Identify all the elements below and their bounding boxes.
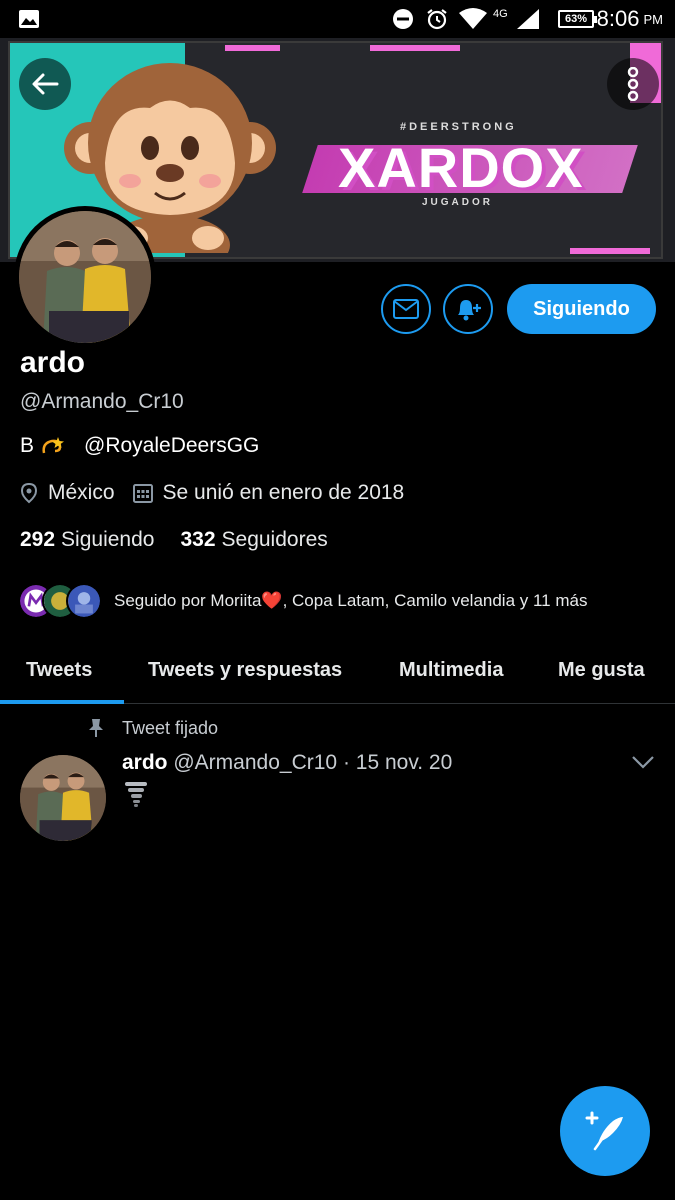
banner-stripe	[570, 248, 650, 254]
profile-tabs: Tweets Tweets y respuestas Multimedia Me…	[0, 640, 675, 704]
followed-by[interactable]: Seguido por Moriita❤️, Copa Latam, Camil…	[18, 581, 587, 621]
alarm-icon	[425, 0, 449, 38]
banner-title: XARDOX	[338, 136, 584, 199]
notifications-button[interactable]	[443, 284, 493, 334]
profile-meta: México Se unió en enero de 2018	[20, 481, 422, 505]
battery-icon: 63%	[558, 10, 597, 28]
tab-media[interactable]: Multimedia	[399, 640, 503, 700]
tab-tweets-and-replies[interactable]: Tweets y respuestas	[148, 640, 342, 700]
clock: 8:06 PM	[597, 0, 663, 38]
clock-time: 8:06	[596, 6, 640, 31]
follow-counts: 292 Siguiendo 332 Seguidores	[20, 528, 328, 552]
banner-tagline: #DEERSTRONG	[400, 121, 517, 133]
followed-by-text: Seguido por Moriita❤️, Copa Latam, Camil…	[114, 591, 588, 610]
banner-wordmark: #DEERSTRONG XARDOX JUGADOR	[302, 103, 650, 218]
tweet-author-avatar[interactable]	[20, 755, 106, 841]
gallery-icon	[18, 0, 40, 38]
active-tab-indicator	[0, 700, 124, 704]
wifi-icon	[458, 0, 488, 38]
following-link[interactable]: 292 Siguiendo	[20, 528, 154, 552]
tab-tweets[interactable]: Tweets	[26, 640, 92, 700]
followers-link[interactable]: 332 Seguidores	[180, 528, 327, 552]
avatar-photo	[20, 755, 106, 841]
back-button[interactable]	[19, 58, 71, 110]
compose-tweet-button[interactable]	[560, 1086, 650, 1176]
tweet-header[interactable]: ardo @Armando_Cr10 · 15 nov. 20	[122, 751, 452, 775]
message-button[interactable]	[381, 284, 431, 334]
location: México	[48, 481, 115, 504]
mail-icon	[393, 299, 419, 319]
arrow-left-icon	[32, 73, 59, 95]
dizzy-emoji-icon	[42, 437, 65, 454]
pinned-label-row: Tweet fijado	[88, 716, 218, 740]
clock-ampm: PM	[643, 11, 664, 27]
feather-plus-icon	[585, 1111, 623, 1151]
following-button[interactable]: Siguiendo	[507, 284, 656, 334]
more-options-button[interactable]	[607, 58, 659, 110]
tab-likes[interactable]: Me gusta	[558, 640, 645, 700]
tweet-date: · 15 nov. 20	[342, 751, 453, 774]
display-name: ardo	[20, 346, 86, 379]
status-bar: 4G 63% 8:06 PM	[0, 0, 675, 38]
following-count: 292	[20, 528, 56, 551]
banner-stripe	[225, 45, 280, 51]
banner-stripe	[370, 45, 460, 51]
username: @Armando_Cr10	[20, 390, 184, 413]
bell-plus-icon	[458, 300, 481, 321]
bio-text: B	[20, 434, 35, 457]
tornado-emoji-icon	[125, 782, 147, 807]
bio-mention-link[interactable]: @RoyaleDeersGG	[84, 434, 259, 458]
following-label: Siguiendo	[61, 528, 155, 551]
calendar-icon	[132, 484, 153, 503]
follower-avatar	[66, 583, 102, 619]
more-vertical-icon	[627, 67, 639, 101]
tweet-author-name: ardo	[122, 751, 168, 774]
pinned-label: Tweet fijado	[122, 717, 219, 738]
pin-icon	[89, 719, 103, 737]
followers-count: 332	[180, 528, 216, 551]
signal-icon	[515, 0, 541, 38]
do-not-disturb-icon	[392, 0, 414, 38]
tweet-author-handle: @Armando_Cr10	[173, 751, 338, 774]
location-pin-icon	[20, 482, 38, 504]
profile-avatar[interactable]	[14, 206, 156, 348]
followers-label: Seguidores	[221, 528, 328, 551]
network-type: 4G	[493, 8, 508, 20]
bio: B @RoyaleDeersGG	[20, 434, 259, 458]
chevron-down-icon[interactable]	[630, 752, 656, 772]
banner-subtitle: JUGADOR	[422, 197, 494, 208]
avatar-photo	[19, 211, 151, 343]
join-date: Se unió en enero de 2018	[162, 481, 405, 504]
